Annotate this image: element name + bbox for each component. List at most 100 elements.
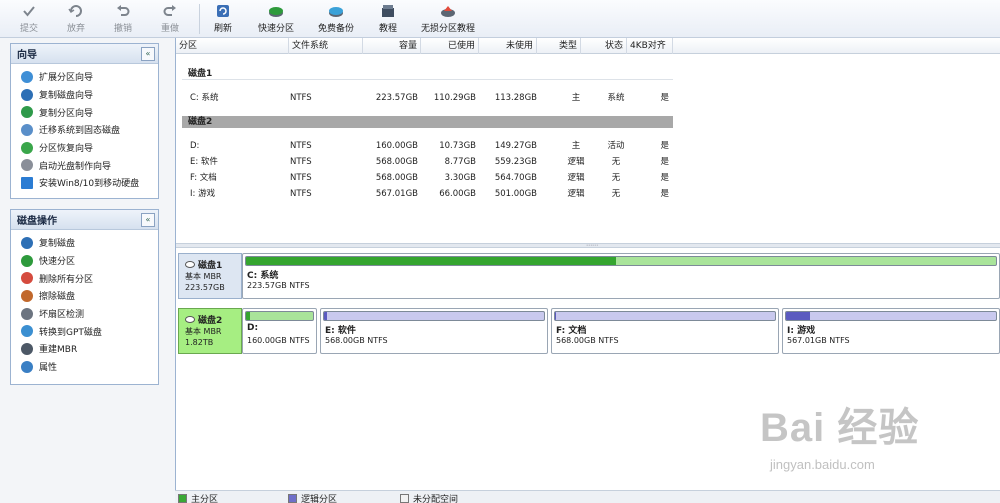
quick-partition-button[interactable]: 快速分区	[258, 3, 294, 35]
usage-fill	[555, 312, 557, 320]
redo-button[interactable]: 重做	[161, 3, 179, 35]
table-row[interactable]: E: 软件 NTFS 568.00GB 8.77GB 559.23GB 逻辑 无…	[176, 154, 676, 170]
table-row[interactable]: C: 系统 NTFS 223.57GB 110.29GB 113.28GB 主 …	[176, 90, 676, 106]
redo-icon	[162, 3, 178, 19]
toolbar: 提交 放弃 撤销 重做 刷新 快速分区 免费备份 教程 无损分区教程	[0, 0, 1000, 38]
disk-op-delete-partitions[interactable]: 删除所有分区	[11, 269, 158, 287]
undo-button[interactable]: 撤销	[114, 3, 132, 35]
migrate-ssd-icon	[21, 123, 33, 136]
cell-status: 活动	[607, 141, 625, 151]
cell-aligned: 是	[660, 173, 669, 183]
commit-label: 提交	[20, 24, 39, 34]
cell-filesystem: NTFS	[290, 189, 312, 199]
disk-group-header[interactable]: 磁盘1	[182, 68, 673, 80]
partition-name: D:	[247, 323, 259, 333]
disk-name: 磁盘2	[198, 316, 223, 326]
disk-name: 磁盘1	[198, 261, 223, 271]
column-header-status[interactable]: 状态	[581, 38, 627, 54]
watermark-url: jingyan.baidu.com	[770, 457, 875, 472]
discard-button[interactable]: 放弃	[67, 3, 85, 35]
disk-op-properties[interactable]: 属性	[11, 358, 158, 376]
watermark: Bai 经验 jingyan.baidu.com	[760, 395, 1000, 495]
lossless-tutorial-label: 无损分区教程	[421, 24, 476, 34]
legend-label: 逻辑分区	[301, 495, 338, 503]
commit-button[interactable]: 提交	[20, 3, 38, 35]
cell-aligned: 是	[660, 141, 669, 151]
collapse-icon[interactable]: «	[141, 46, 155, 61]
disk-icon	[185, 316, 195, 323]
undo-icon	[115, 3, 131, 19]
refresh-icon	[215, 3, 231, 19]
backup-icon	[328, 3, 344, 19]
wizard-item-install-windows[interactable]: 安装Win8/10到移动硬盘	[11, 174, 158, 192]
legend-bar: 主分区 逻辑分区 未分配空间	[175, 490, 1000, 503]
usage-fill	[246, 312, 251, 320]
partition-name: I: 游戏	[787, 326, 816, 336]
cell-partition: C: 系统	[190, 93, 219, 103]
disk-group-header[interactable]: 磁盘2	[182, 116, 673, 128]
partition-block[interactable]: E: 软件 568.00GB NTFS	[320, 308, 548, 354]
redo-label: 重做	[161, 24, 180, 34]
table-row[interactable]: I: 游戏 NTFS 567.01GB 66.00GB 501.00GB 逻辑 …	[176, 186, 676, 202]
disk-info-card[interactable]: 磁盘1 基本 MBR 223.57GB	[178, 253, 242, 299]
disk-op-copy-disk[interactable]: 复制磁盘	[11, 234, 158, 252]
table-row[interactable]: D: NTFS 160.00GB 10.73GB 149.27GB 主 活动 是	[176, 138, 676, 154]
cell-aligned: 是	[660, 189, 669, 199]
disk-icon	[185, 261, 195, 268]
column-header-partition[interactable]: 分区	[176, 38, 289, 54]
partition-block[interactable]: D: 160.00GB NTFS	[242, 308, 317, 354]
pane-splitter[interactable]: ⋯⋯	[176, 242, 1000, 249]
partition-block[interactable]: C: 系统 223.57GB NTFS	[242, 253, 1000, 299]
usage-fill	[324, 312, 328, 320]
tutorial-button[interactable]: 教程	[379, 3, 397, 35]
cell-used: 66.00GB	[439, 189, 476, 199]
partition-block[interactable]: F: 文档 568.00GB NTFS	[551, 308, 779, 354]
cell-free: 559.23GB	[494, 157, 537, 167]
column-header-type[interactable]: 类型	[537, 38, 581, 54]
grip-icon: ⋯⋯	[586, 242, 598, 249]
collapse-icon[interactable]: «	[141, 212, 155, 227]
cell-free: 501.00GB	[494, 189, 537, 199]
cell-aligned: 是	[660, 93, 669, 103]
wizard-item-extend-partition[interactable]: 扩展分区向导	[11, 68, 158, 86]
disk-ops-panel: 磁盘操作 « 复制磁盘 快速分区 删除所有分区 擦除磁盘 坏扇区检测 转换到GP…	[10, 209, 159, 385]
partition-name: F: 文档	[556, 326, 587, 336]
cell-type: 逻辑	[567, 173, 585, 183]
column-header-free[interactable]: 未使用	[479, 38, 537, 54]
disk-op-rebuild-mbr[interactable]: 重建MBR	[11, 340, 158, 358]
disk-kind: 基本 MBR	[185, 272, 222, 281]
wizard-item-copy-disk[interactable]: 复制磁盘向导	[11, 86, 158, 104]
column-header-4k-aligned[interactable]: 4KB对齐	[627, 38, 673, 54]
partition-block[interactable]: I: 游戏 567.01GB NTFS	[782, 308, 1000, 354]
disk-op-bad-sector[interactable]: 坏扇区检测	[11, 305, 158, 323]
table-row[interactable]: F: 文档 NTFS 568.00GB 3.30GB 564.70GB 逻辑 无…	[176, 170, 676, 186]
cell-type: 主	[571, 141, 581, 151]
column-header-used[interactable]: 已使用	[421, 38, 479, 54]
column-header-filesystem[interactable]: 文件系统	[289, 38, 363, 54]
disk-op-quick-partition[interactable]: 快速分区	[11, 252, 158, 270]
partition-detail: 223.57GB NTFS	[247, 281, 310, 290]
partition-detail: 160.00GB NTFS	[247, 336, 310, 345]
cell-used: 110.29GB	[433, 93, 476, 103]
wizard-item-partition-recovery[interactable]: 分区恢复向导	[11, 139, 158, 157]
disk-op-wipe-disk[interactable]: 擦除磁盘	[11, 287, 158, 305]
refresh-button[interactable]: 刷新	[214, 3, 232, 35]
disk-info-card[interactable]: 磁盘2 基本 MBR 1.82TB	[178, 308, 242, 354]
lossless-tutorial-button[interactable]: 无损分区教程	[421, 3, 475, 35]
free-backup-button[interactable]: 免费备份	[318, 3, 354, 35]
wizard-item-migrate-ssd[interactable]: 迁移系统到固态磁盘	[11, 121, 158, 139]
cell-status: 无	[611, 173, 621, 183]
refresh-label: 刷新	[214, 24, 233, 34]
legend-item: 主分区	[178, 492, 218, 503]
wipe-disk-icon	[21, 289, 33, 302]
wizard-item-copy-partition[interactable]: 复制分区向导	[11, 103, 158, 121]
wizard-item-boot-disc[interactable]: 启动光盘制作向导	[11, 156, 158, 174]
wizard-panel-title: 向导	[17, 50, 37, 61]
cell-type: 主	[571, 93, 581, 103]
cell-aligned: 是	[660, 157, 669, 167]
cell-partition: D:	[190, 141, 200, 151]
wizard-panel-header: 向导 «	[11, 44, 158, 64]
column-header-capacity[interactable]: 容量	[363, 38, 421, 54]
disk-op-convert-gpt[interactable]: 转换到GPT磁盘	[11, 322, 158, 340]
legend-swatch	[400, 494, 409, 503]
